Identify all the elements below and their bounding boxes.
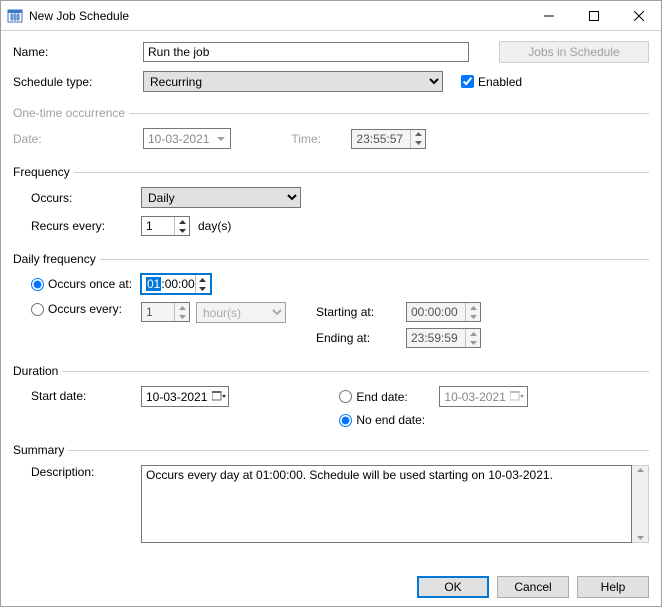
- onetime-date-input: 10-03-2021: [143, 128, 231, 149]
- frequency-legend: Frequency: [13, 165, 74, 179]
- onetime-time-label: Time:: [291, 132, 351, 146]
- titlebar: New Job Schedule: [1, 1, 661, 31]
- occurs-once-radio[interactable]: Occurs once at:: [31, 277, 141, 291]
- help-button[interactable]: Help: [577, 576, 649, 598]
- recurs-unit-label: day(s): [198, 219, 231, 233]
- spinner-arrows[interactable]: [174, 217, 189, 235]
- new-job-schedule-window: New Job Schedule Name: Jobs in Schedule …: [0, 0, 662, 607]
- onetime-date-label: Date:: [13, 132, 143, 146]
- daily-frequency-group: Daily frequency Occurs once at: 01:00:00…: [13, 252, 649, 356]
- chevron-down-icon: [637, 536, 644, 540]
- onetime-time-input: [351, 129, 426, 149]
- chevron-down-icon: [213, 137, 228, 141]
- description-label: Description:: [31, 465, 141, 479]
- spinner-arrows: [410, 130, 425, 148]
- starting-at-label: Starting at:: [316, 305, 406, 319]
- ending-at-input: [406, 328, 481, 348]
- minimize-button[interactable]: [526, 1, 571, 30]
- calendar-dropdown-icon: [510, 391, 525, 403]
- spinner-arrows: [465, 303, 480, 321]
- close-button[interactable]: [616, 1, 661, 30]
- end-date-input: 10-03-2021: [439, 386, 527, 407]
- ending-at-label: Ending at:: [316, 331, 406, 345]
- summary-legend: Summary: [13, 443, 68, 457]
- duration-legend: Duration: [13, 364, 62, 378]
- window-title: New Job Schedule: [29, 9, 526, 23]
- ok-button[interactable]: OK: [417, 576, 489, 598]
- description-textarea[interactable]: Occurs every day at 01:00:00. Schedule w…: [141, 465, 632, 543]
- duration-group: Duration Start date: 10-03-2021 End date…: [13, 364, 649, 435]
- jobs-in-schedule-button[interactable]: Jobs in Schedule: [499, 41, 649, 63]
- onetime-group: One-time occurrence Date: 10-03-2021 Tim…: [13, 106, 649, 157]
- spinner-arrows[interactable]: [195, 275, 210, 293]
- frequency-group: Frequency Occurs: Daily Recurs every: da…: [13, 165, 649, 244]
- enabled-label: Enabled: [478, 75, 522, 89]
- enabled-checkbox-input[interactable]: [461, 75, 474, 88]
- end-date-radio[interactable]: End date:: [339, 390, 439, 404]
- start-date-label: Start date:: [31, 389, 141, 403]
- schedule-type-select[interactable]: Recurring: [143, 71, 443, 92]
- scrollbar[interactable]: [632, 465, 649, 543]
- schedule-icon: [7, 8, 23, 24]
- enabled-checkbox[interactable]: Enabled: [461, 75, 522, 89]
- calendar-dropdown-icon[interactable]: [211, 391, 226, 403]
- start-date-input[interactable]: 10-03-2021: [141, 386, 229, 407]
- no-end-date-radio[interactable]: No end date:: [339, 413, 527, 427]
- starting-at-input: [406, 302, 481, 322]
- name-input[interactable]: [143, 42, 469, 62]
- occurs-select[interactable]: Daily: [141, 187, 301, 208]
- occurs-once-time-input[interactable]: 01:00:00: [141, 274, 211, 294]
- recurs-every-label: Recurs every:: [31, 219, 141, 233]
- dialog-footer: OK Cancel Help: [1, 568, 661, 606]
- occurs-label: Occurs:: [31, 191, 141, 205]
- schedule-type-label: Schedule type:: [13, 75, 143, 89]
- occurs-every-radio[interactable]: Occurs every:: [31, 302, 141, 316]
- summary-group: Summary Description: Occurs every day at…: [13, 443, 649, 558]
- chevron-up-icon: [637, 468, 644, 472]
- spinner-arrows: [174, 303, 189, 321]
- recurs-every-input[interactable]: [141, 216, 190, 236]
- occurs-every-value-input: [141, 302, 190, 322]
- cancel-button[interactable]: Cancel: [497, 576, 569, 598]
- occurs-every-unit-select: hour(s): [196, 302, 286, 323]
- daily-frequency-legend: Daily frequency: [13, 252, 100, 266]
- onetime-legend: One-time occurrence: [13, 106, 129, 120]
- name-label: Name:: [13, 45, 143, 59]
- maximize-button[interactable]: [571, 1, 616, 30]
- spinner-arrows: [465, 329, 480, 347]
